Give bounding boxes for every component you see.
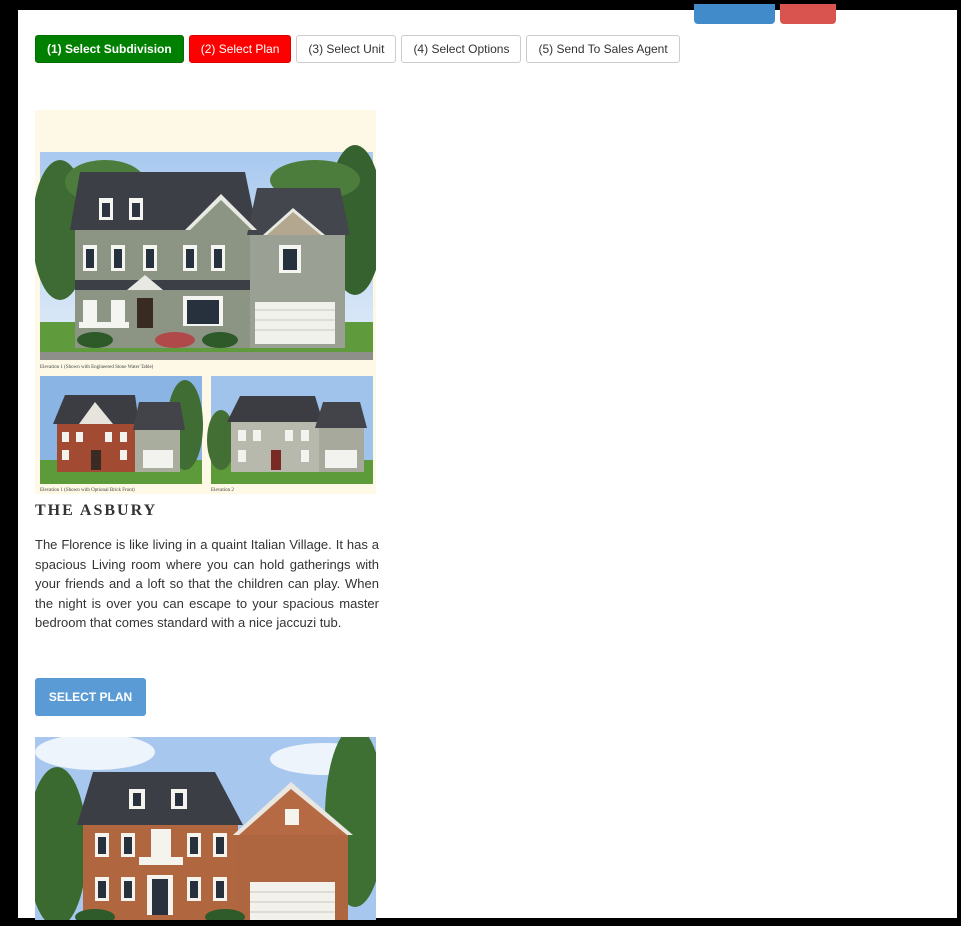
plan-image-asbury: Elevation 1 (Shown with Engineered Stone… — [32, 110, 383, 494]
step-select-subdivision[interactable]: (1) Select Subdivision — [35, 35, 184, 63]
plan-title: THE ASBURY — [35, 502, 158, 519]
plan-image-next — [35, 737, 376, 920]
step-select-plan[interactable]: (2) Select Plan — [188, 35, 292, 63]
elevation-2-caption: Elevation 2 — [211, 488, 234, 493]
frame-right — [957, 0, 961, 926]
step-send-to-sales-agent[interactable]: (5) Send To Sales Agent — [526, 35, 680, 63]
plan-description: The Florence is like living in a quaint … — [35, 537, 379, 630]
frame-left — [0, 0, 18, 926]
elevation-1-brick-caption: Elevation 1 (Shown with Optional Brick F… — [40, 488, 135, 493]
step-select-options[interactable]: (4) Select Options — [401, 35, 522, 63]
elevation-1-main-illustration — [32, 145, 383, 360]
elevation-2-illustration — [207, 376, 373, 484]
top-logout-button[interactable] — [780, 4, 836, 24]
elevation-1-caption: Elevation 1 (Shown with Engineered Stone… — [40, 365, 154, 370]
top-account-button[interactable] — [694, 4, 775, 24]
select-plan-button[interactable]: SELECT PLAN — [35, 678, 146, 716]
step-select-unit[interactable]: (3) Select Unit — [296, 35, 397, 63]
step-nav: (1) Select Subdivision (2) Select Plan (… — [35, 35, 680, 63]
elevation-1-brick-illustration — [40, 376, 203, 484]
